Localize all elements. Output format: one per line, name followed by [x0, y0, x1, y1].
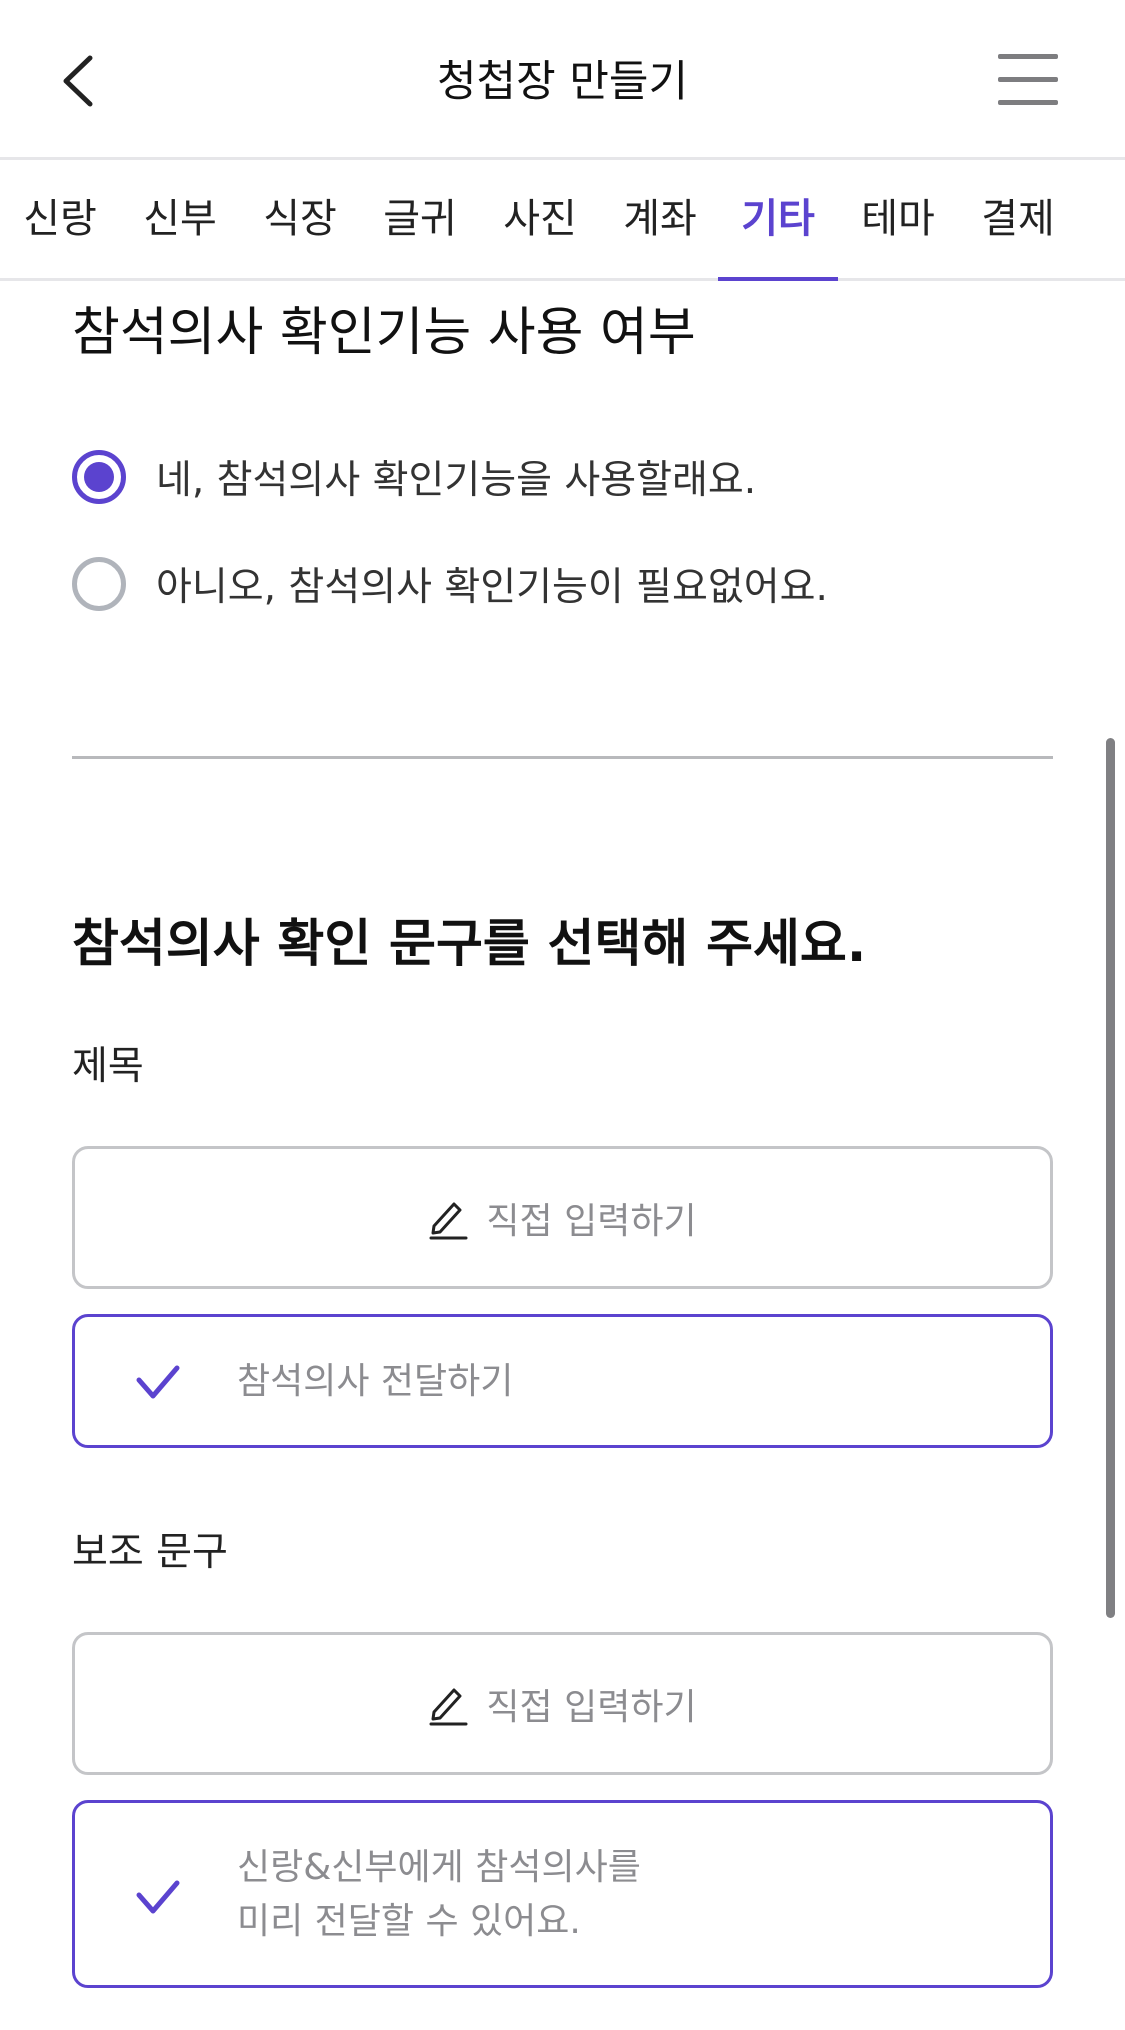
title-option-selected[interactable]: 참석의사 전달하기	[72, 1314, 1053, 1448]
sub-direct-input-button[interactable]: 직접 입력하기	[72, 1632, 1053, 1775]
rsvp-option-no-label: 아니오, 참석의사 확인기능이 필요없어요.	[156, 565, 828, 610]
tab-groom[interactable]: 신랑	[0, 160, 120, 278]
sub-option-selected[interactable]: 신랑&신부에게 참석의사를 미리 전달할 수 있어요.	[72, 1800, 1053, 1988]
sub-option-text-line1: 신랑&신부에게 참석의사를	[237, 1847, 641, 1888]
pencil-icon	[429, 1202, 468, 1239]
title-direct-input-button[interactable]: 직접 입력하기	[72, 1146, 1053, 1289]
pencil-icon	[429, 1688, 468, 1725]
top-app-bar: 청첩장 만들기	[0, 0, 1125, 160]
tab-payment[interactable]: 결제	[958, 160, 1078, 278]
phrase-section-heading: 참석의사 확인 문구를 선택해 주세요.	[72, 915, 867, 974]
sub-option-text-line2: 미리 전달할 수 있어요.	[237, 1901, 581, 1942]
title-field-label: 제목	[72, 1044, 144, 1089]
check-icon	[136, 1880, 180, 1914]
radio-unselected-icon[interactable]	[72, 557, 126, 611]
page-title: 청첩장 만들기	[436, 57, 689, 107]
hamburger-menu-icon	[998, 54, 1058, 105]
scrollbar[interactable]	[1106, 738, 1115, 1618]
tab-photos[interactable]: 사진	[480, 160, 600, 278]
sub-direct-input-label: 직접 입력하기	[486, 1686, 697, 1728]
check-icon	[136, 1365, 180, 1399]
tab-bride[interactable]: 신부	[120, 160, 240, 278]
rsvp-toggle-title: 참석의사 확인기능 사용 여부	[72, 303, 696, 363]
radio-selected-icon[interactable]	[72, 450, 126, 504]
tab-etc[interactable]: 기타	[718, 160, 838, 281]
rsvp-option-yes-label: 네, 참석의사 확인기능을 사용할래요.	[156, 458, 757, 503]
section-divider	[72, 756, 1053, 759]
step-tabs: 신랑 신부 식장 글귀 사진 계좌 기타 테마 결제	[0, 160, 1125, 281]
title-option-text: 참석의사 전달하기	[237, 1361, 514, 1402]
tab-account[interactable]: 계좌	[600, 160, 720, 278]
rsvp-option-no[interactable]: 아니오, 참석의사 확인기능이 필요없어요.	[72, 552, 828, 616]
tab-venue[interactable]: 식장	[240, 160, 360, 278]
tab-theme[interactable]: 테마	[838, 160, 958, 278]
sub-field-label: 보조 문구	[72, 1530, 228, 1575]
menu-button[interactable]	[998, 54, 1058, 106]
tab-message[interactable]: 글귀	[360, 160, 480, 278]
title-direct-input-label: 직접 입력하기	[486, 1200, 697, 1242]
rsvp-option-yes[interactable]: 네, 참석의사 확인기능을 사용할래요.	[72, 445, 756, 509]
